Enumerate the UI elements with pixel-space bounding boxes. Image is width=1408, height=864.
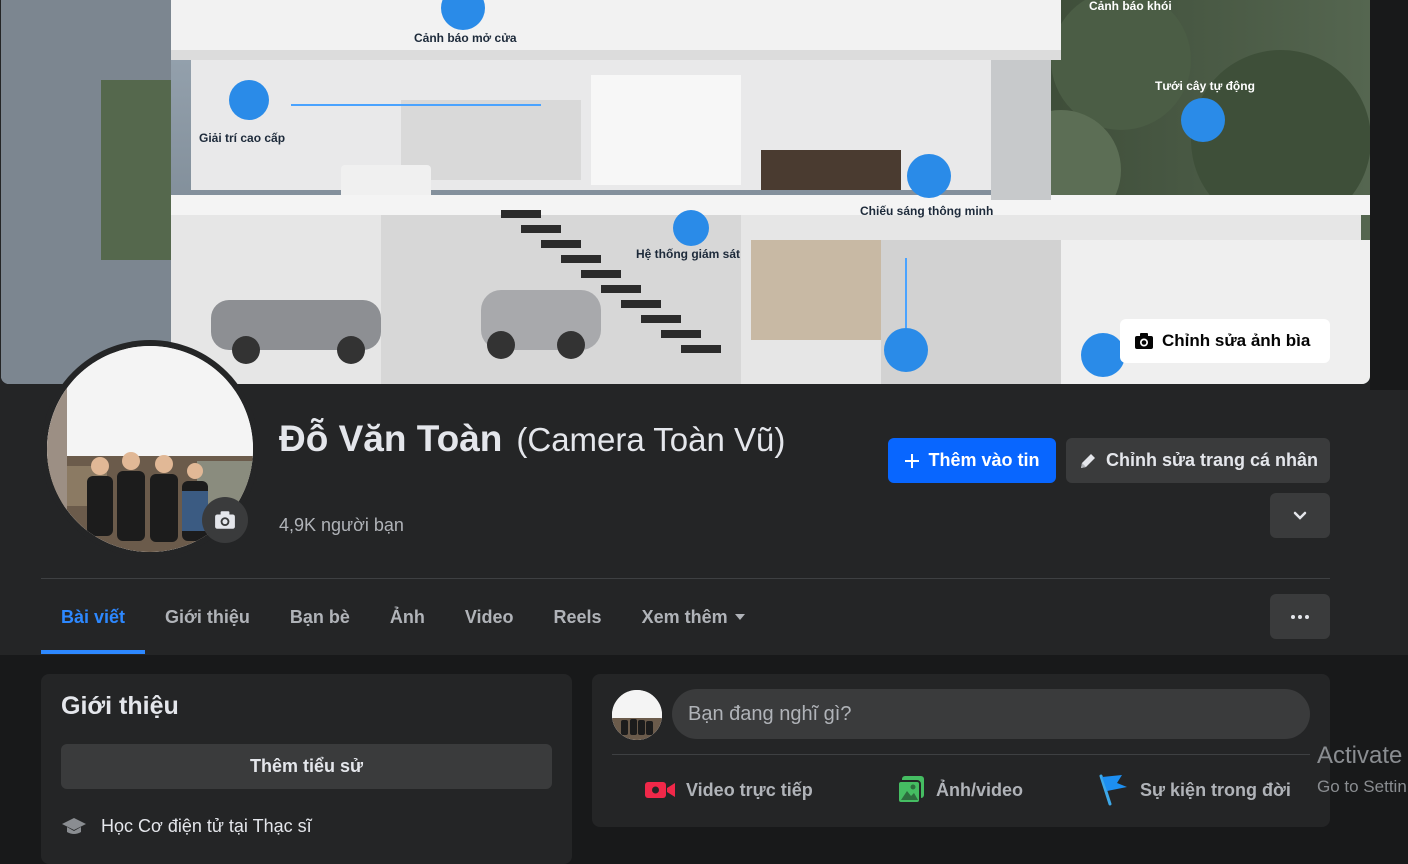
life-event-button[interactable]: Sự kiện trong đời [1098, 768, 1291, 812]
intro-education: Học Cơ điện tử tại Thạc sĩ [61, 816, 312, 837]
pencil-icon [1080, 453, 1095, 468]
live-video-button[interactable]: Video trực tiếp [644, 768, 813, 812]
profile-name: Đỗ Văn Toàn (Camera Toàn Vũ) [279, 415, 799, 464]
add-to-story-button[interactable]: Thêm vào tin [888, 438, 1056, 483]
tab-about[interactable]: Giới thiệu [145, 580, 270, 654]
activate-watermark-subtitle: Go to Settin [1317, 777, 1407, 796]
intro-card: Giới thiệu Thêm tiểu sử Học Cơ điện tử t… [41, 674, 572, 864]
photo-icon [897, 776, 924, 804]
profile-tabs: Bài viết Giới thiệu Bạn bè Ảnh Video Ree… [41, 580, 766, 654]
profile-main-name: Đỗ Văn Toàn [279, 418, 503, 459]
tab-photos[interactable]: Ảnh [370, 580, 445, 654]
tab-more[interactable]: Xem thêm [622, 580, 766, 654]
intro-title: Giới thiệu [61, 692, 179, 720]
profile-alt-name: (Camera Toàn Vũ) [516, 421, 786, 458]
profile-dropdown-button[interactable] [1270, 493, 1330, 538]
caret-down-icon [734, 614, 745, 620]
chevron-down-icon [1293, 511, 1307, 520]
cover-label-5: Hệ thống giám sát [636, 247, 740, 261]
photo-video-label: Ảnh/video [936, 779, 1024, 800]
tab-posts[interactable]: Bài viết [41, 580, 146, 654]
camera-icon [1135, 333, 1153, 349]
edit-profile-button[interactable]: Chỉnh sửa trang cá nhân [1066, 438, 1330, 483]
activate-watermark-title: Activate [1317, 742, 1403, 769]
education-text: Học Cơ điện tử tại Thạc sĩ [101, 816, 312, 836]
edit-cover-label: Chỉnh sửa ảnh bìa [1162, 331, 1311, 350]
composer-divider [612, 754, 1310, 755]
add-bio-button[interactable]: Thêm tiểu sử [61, 744, 552, 789]
avatar-camera-button[interactable] [202, 497, 248, 543]
photo-video-button[interactable]: Ảnh/video [896, 768, 1023, 812]
add-to-story-label: Thêm vào tin [928, 450, 1040, 470]
tab-more-label: Xem thêm [641, 606, 728, 627]
ellipsis-icon [1291, 614, 1309, 619]
edit-profile-label: Chỉnh sửa trang cá nhân [1105, 450, 1319, 470]
edit-cover-button[interactable]: Chỉnh sửa ảnh bìa [1120, 319, 1330, 363]
more-options-button[interactable] [1270, 594, 1330, 639]
cover-label-2: Cảnh báo khói [1089, 0, 1172, 13]
tab-videos[interactable]: Video [445, 580, 534, 654]
live-video-icon [645, 782, 675, 798]
live-video-label: Video trực tiếp [686, 779, 813, 800]
tab-friends[interactable]: Bạn bè [270, 580, 370, 654]
right-gutter [1370, 0, 1408, 390]
composer-avatar[interactable] [612, 690, 662, 740]
cover-label-0: Cảnh báo mở cửa [414, 31, 517, 45]
graduation-cap-icon [62, 817, 86, 834]
composer-avatar-photo [612, 690, 662, 740]
camera-icon [215, 511, 235, 529]
flag-icon [1099, 774, 1127, 806]
tab-reels[interactable]: Reels [534, 580, 622, 654]
whats-on-your-mind-input[interactable]: Bạn đang nghĩ gì? [672, 689, 1310, 739]
cover-label-1: Giải trí cao cấp [199, 131, 285, 145]
plus-icon [905, 453, 920, 468]
friend-count[interactable]: 4,9K người bạn [279, 515, 404, 536]
cover-label-4: Chiếu sáng thông minh [860, 204, 993, 218]
cover-label-3: Tưới cây tự động [1155, 79, 1255, 93]
post-composer: Bạn đang nghĩ gì? Video trực tiếp Ảnh/vi… [592, 674, 1330, 827]
header-divider [41, 578, 1330, 579]
life-event-label: Sự kiện trong đời [1140, 779, 1291, 800]
